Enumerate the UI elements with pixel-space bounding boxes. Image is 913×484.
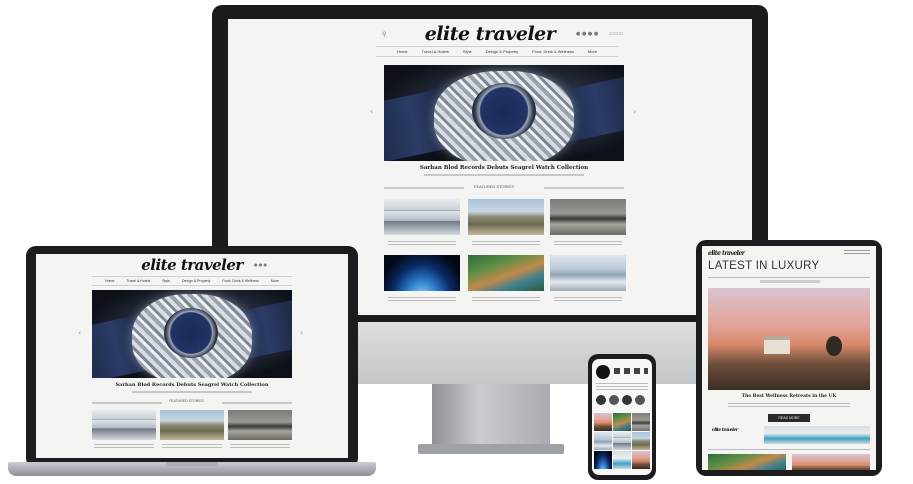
nav-travel[interactable]: Travel & Hotels — [126, 279, 150, 283]
tablet-hero-image[interactable] — [708, 288, 870, 390]
monitor-stand-base — [418, 444, 564, 454]
post-thumb[interactable] — [594, 413, 612, 431]
post-thumb[interactable] — [613, 451, 631, 469]
site-logo[interactable]: elite traveler — [228, 23, 752, 45]
tablet-caption[interactable]: The Best Wellness Retreats in the UK — [708, 394, 870, 399]
post-thumb[interactable] — [613, 432, 631, 450]
story-thumb[interactable] — [468, 199, 544, 235]
hero-image[interactable] — [384, 65, 624, 161]
story-thumb[interactable] — [468, 255, 544, 291]
account-link[interactable]: ▭▭▭ — [609, 31, 623, 37]
hero-subtext — [424, 174, 584, 176]
monitor-stand — [432, 384, 550, 448]
nav-more[interactable]: More — [588, 49, 597, 54]
story-thumb[interactable] — [550, 199, 626, 235]
post-thumb[interactable] — [594, 432, 612, 450]
story-highlight[interactable] — [596, 395, 606, 405]
story-title[interactable] — [554, 297, 622, 303]
nav-design[interactable]: Design & Property — [182, 279, 210, 283]
tablet-date — [844, 250, 870, 256]
read-more-button[interactable]: READ MORE — [768, 414, 810, 422]
post-thumb[interactable] — [632, 432, 650, 450]
story-title[interactable] — [554, 241, 622, 247]
social-icons[interactable]: ● ● ● ● — [576, 31, 598, 37]
section-divider — [384, 187, 464, 189]
phone — [588, 354, 656, 480]
post-thumb[interactable] — [594, 451, 612, 469]
nav-home[interactable]: Home — [105, 279, 114, 283]
tablet-divider — [708, 277, 870, 278]
story-title[interactable] — [94, 444, 154, 449]
section-divider — [92, 402, 162, 404]
watch-face — [472, 83, 536, 139]
hero-subtext — [132, 391, 252, 393]
nav-home[interactable]: Home — [397, 49, 408, 54]
story-thumb[interactable] — [384, 255, 460, 291]
story-title[interactable] — [162, 444, 222, 449]
profile-stats — [614, 368, 648, 374]
tablet: elite traveler LATEST IN LUXURY The Best… — [696, 240, 882, 476]
section-divider — [222, 402, 292, 404]
site-logo[interactable]: elite traveler — [36, 256, 348, 274]
next-arrow-icon[interactable]: › — [300, 328, 303, 337]
post-thumb[interactable] — [632, 413, 650, 431]
tablet-subtitle — [760, 280, 820, 283]
section-label: FEATURED STORIES — [169, 399, 204, 403]
social-icons[interactable]: ● ● ● — [254, 262, 267, 267]
villa — [764, 340, 790, 354]
story-thumb[interactable] — [792, 454, 870, 470]
tablet-divider — [708, 449, 870, 450]
story-thumb[interactable] — [160, 410, 224, 440]
section-divider — [544, 187, 624, 189]
tablet-ad-logo: elite traveler — [712, 428, 738, 433]
laptop: elite traveler ● ● ● Home Travel & Hotel… — [26, 246, 358, 468]
post-thumb[interactable] — [632, 451, 650, 469]
laptop-notch — [166, 462, 218, 466]
prev-arrow-icon[interactable]: ‹ — [78, 328, 81, 337]
nav-food[interactable]: Food, Drink & Wellness — [222, 279, 259, 283]
watch-face — [164, 308, 218, 358]
post-thumb[interactable] — [613, 413, 631, 431]
desktop-nav: Home Travel & Hotels Style Design & Prop… — [376, 46, 618, 57]
nav-travel[interactable]: Travel & Hotels — [422, 49, 449, 54]
nav-design[interactable]: Design & Property — [486, 49, 518, 54]
hero-caption[interactable]: Sarhan Blod Records Debuts Seagrel Watch… — [92, 382, 292, 388]
profile-bio — [596, 383, 648, 391]
story-thumb[interactable] — [92, 410, 156, 440]
story-title[interactable] — [388, 297, 456, 303]
tablet-ad-image[interactable] — [764, 426, 870, 444]
story-highlight[interactable] — [609, 395, 619, 405]
story-title[interactable] — [230, 444, 290, 449]
story-thumb[interactable] — [228, 410, 292, 440]
tablet-screen: elite traveler LATEST IN LUXURY The Best… — [702, 246, 876, 470]
tablet-logo[interactable]: elite traveler — [708, 250, 745, 257]
laptop-nav: Home Travel & Hotels Style Design & Prop… — [92, 276, 292, 286]
phone-screen — [592, 359, 652, 475]
tablet-caption-text — [728, 403, 850, 409]
story-thumb[interactable] — [708, 454, 786, 470]
story-title[interactable] — [472, 241, 540, 247]
nav-more[interactable]: More — [271, 279, 279, 283]
nav-food[interactable]: Food, Drink & Wellness — [532, 49, 574, 54]
nav-style[interactable]: Style — [162, 279, 170, 283]
profile-avatar[interactable] — [596, 365, 610, 379]
story-highlight[interactable] — [622, 395, 632, 405]
nav-style[interactable]: Style — [463, 49, 472, 54]
prev-arrow-icon[interactable]: ‹ — [370, 107, 373, 116]
hero-caption[interactable]: Sarhan Blod Records Debuts Seagrel Watch… — [384, 165, 624, 171]
story-thumb[interactable] — [384, 199, 460, 235]
laptop-screen: elite traveler ● ● ● Home Travel & Hotel… — [36, 254, 348, 458]
next-arrow-icon[interactable]: › — [633, 107, 636, 116]
story-title[interactable] — [388, 241, 456, 247]
story-highlight[interactable] — [635, 395, 645, 405]
section-label: FEATURED STORIES — [474, 184, 514, 189]
tablet-headline: LATEST IN LUXURY — [708, 260, 820, 272]
story-title[interactable] — [472, 297, 540, 303]
hero-image[interactable] — [92, 290, 292, 378]
tree — [826, 336, 842, 356]
story-thumb[interactable] — [550, 255, 626, 291]
